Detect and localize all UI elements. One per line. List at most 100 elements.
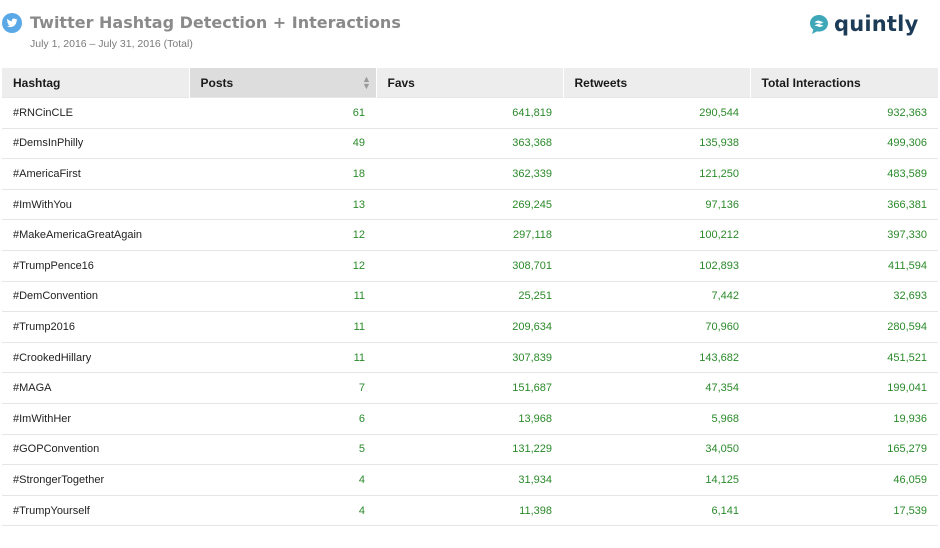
favs-cell: 209,634 xyxy=(376,311,563,343)
column-header-posts[interactable]: Posts ▲ ▼ xyxy=(189,68,377,98)
posts-cell: 4 xyxy=(189,495,376,527)
favs-cell: 151,687 xyxy=(376,372,563,404)
column-header-posts-label: Posts xyxy=(200,75,234,90)
total-interactions-cell: 483,589 xyxy=(750,158,938,190)
column-header-total-interactions[interactable]: Total Interactions xyxy=(750,68,938,98)
total-interactions-cell: 411,594 xyxy=(750,250,938,282)
twitter-bird-icon xyxy=(2,13,22,33)
table-row: #TrumpYourself 4 11,398 6,141 17,539 xyxy=(2,495,938,527)
retweets-cell: 290,544 xyxy=(563,97,750,129)
total-interactions-cell: 17,539 xyxy=(750,495,938,527)
posts-cell: 11 xyxy=(189,281,376,313)
posts-cell: 11 xyxy=(189,311,376,343)
favs-cell: 297,118 xyxy=(376,219,563,251)
hashtag-cell: #DemConvention xyxy=(2,281,189,313)
favs-cell: 641,819 xyxy=(376,97,563,129)
hashtag-table: Hashtag Posts ▲ ▼ Favs Retweets Total Int… xyxy=(2,68,938,527)
posts-cell: 13 xyxy=(189,189,376,221)
favs-cell: 25,251 xyxy=(376,281,563,313)
retweets-cell: 47,354 xyxy=(563,372,750,404)
table-row: #GOPConvention 5 131,229 34,050 165,279 xyxy=(2,434,938,466)
hashtag-cell: #MakeAmericaGreatAgain xyxy=(2,219,189,251)
quintly-logo[interactable]: quintly xyxy=(808,11,918,37)
table-row: #AmericaFirst 18 362,339 121,250 483,589 xyxy=(2,158,938,190)
retweets-cell: 34,050 xyxy=(563,434,750,466)
total-interactions-cell: 366,381 xyxy=(750,189,938,221)
retweets-cell: 14,125 xyxy=(563,464,750,496)
retweets-cell: 100,212 xyxy=(563,219,750,251)
table-row: #TrumpPence16 12 308,701 102,893 411,594 xyxy=(2,250,938,282)
total-interactions-cell: 32,693 xyxy=(750,281,938,313)
posts-cell: 6 xyxy=(189,403,376,435)
hashtag-cell: #DemsInPhilly xyxy=(2,128,189,160)
total-interactions-cell: 46,059 xyxy=(750,464,938,496)
favs-cell: 269,245 xyxy=(376,189,563,221)
total-interactions-cell: 19,936 xyxy=(750,403,938,435)
hashtag-cell: #ImWithYou xyxy=(2,189,189,221)
total-interactions-cell: 397,330 xyxy=(750,219,938,251)
hashtag-cell: #GOPConvention xyxy=(2,434,189,466)
table-row: #StrongerTogether 4 31,934 14,125 46,059 xyxy=(2,464,938,496)
header-row: Hashtag Posts ▲ ▼ Favs Retweets Total Int… xyxy=(2,68,938,98)
favs-cell: 13,968 xyxy=(376,403,563,435)
favs-cell: 31,934 xyxy=(376,464,563,496)
column-header-retweets[interactable]: Retweets xyxy=(563,68,751,98)
logo-text: quintly xyxy=(834,12,919,36)
hashtag-cell: #Trump2016 xyxy=(2,311,189,343)
posts-cell: 49 xyxy=(189,128,376,160)
posts-cell: 4 xyxy=(189,464,376,496)
total-interactions-cell: 280,594 xyxy=(750,311,938,343)
posts-cell: 61 xyxy=(189,97,376,129)
favs-cell: 308,701 xyxy=(376,250,563,282)
table-row: #MakeAmericaGreatAgain 12 297,118 100,212 39… xyxy=(2,219,938,251)
posts-cell: 12 xyxy=(189,219,376,251)
total-interactions-cell: 499,306 xyxy=(750,128,938,160)
table-row: #ImWithYou 13 269,245 97,136 366,381 xyxy=(2,189,938,221)
retweets-cell: 121,250 xyxy=(563,158,750,190)
posts-cell: 18 xyxy=(189,158,376,190)
hashtag-cell: #StrongerTogether xyxy=(2,464,189,496)
page-title: Twitter Hashtag Detection + Interactions xyxy=(30,13,401,32)
total-interactions-cell: 165,279 xyxy=(750,434,938,466)
favs-cell: 131,229 xyxy=(376,434,563,466)
column-header-hashtag[interactable]: Hashtag xyxy=(2,68,190,98)
hashtag-cell: #TrumpPence16 xyxy=(2,250,189,282)
hashtag-cell: #TrumpYourself xyxy=(2,495,189,527)
retweets-cell: 97,136 xyxy=(563,189,750,221)
hashtag-cell: #ImWithHer xyxy=(2,403,189,435)
hashtag-cell: #MAGA xyxy=(2,372,189,404)
table-row: #ImWithHer 6 13,968 5,968 19,936 xyxy=(2,403,938,435)
retweets-cell: 70,960 xyxy=(563,311,750,343)
table-row: #DemConvention 11 25,251 7,442 32,693 xyxy=(2,281,938,313)
column-header-favs[interactable]: Favs xyxy=(376,68,564,98)
posts-cell: 12 xyxy=(189,250,376,282)
quintly-logo-icon xyxy=(810,15,828,34)
favs-cell: 307,839 xyxy=(376,342,563,374)
hashtag-cell: #RNCinCLE xyxy=(2,97,189,129)
hashtag-cell: #AmericaFirst xyxy=(2,158,189,190)
table-row: #Trump2016 11 209,634 70,960 280,594 xyxy=(2,311,938,343)
table-header: Hashtag Posts ▲ ▼ Favs Retweets Total Int… xyxy=(2,68,938,98)
table-body: #RNCinCLE 61 641,819 290,544 932,363 #DemsInP… xyxy=(2,97,938,527)
retweets-cell: 7,442 xyxy=(563,281,750,313)
table-row: #DemsInPhilly 49 363,368 135,938 499,306 xyxy=(2,128,938,160)
favs-cell: 363,368 xyxy=(376,128,563,160)
posts-cell: 7 xyxy=(189,372,376,404)
sort-icon[interactable]: ▲ ▼ xyxy=(362,75,372,91)
table-row: #MAGA 7 151,687 47,354 199,041 xyxy=(2,372,938,404)
favs-cell: 11,398 xyxy=(376,495,563,527)
retweets-cell: 102,893 xyxy=(563,250,750,282)
report-header: Twitter Hashtag Detection + Interactions… xyxy=(0,0,940,62)
total-interactions-cell: 932,363 xyxy=(750,97,938,129)
retweets-cell: 5,968 xyxy=(563,403,750,435)
retweets-cell: 6,141 xyxy=(563,495,750,527)
retweets-cell: 143,682 xyxy=(563,342,750,374)
total-interactions-cell: 451,521 xyxy=(750,342,938,374)
retweets-cell: 135,938 xyxy=(563,128,750,160)
posts-cell: 5 xyxy=(189,434,376,466)
total-interactions-cell: 199,041 xyxy=(750,372,938,404)
date-range-subtitle: July 1, 2016 – July 31, 2016 (Total) xyxy=(30,38,193,50)
posts-cell: 11 xyxy=(189,342,376,374)
table-row: #RNCinCLE 61 641,819 290,544 932,363 xyxy=(2,97,938,129)
hashtag-cell: #CrookedHillary xyxy=(2,342,189,374)
